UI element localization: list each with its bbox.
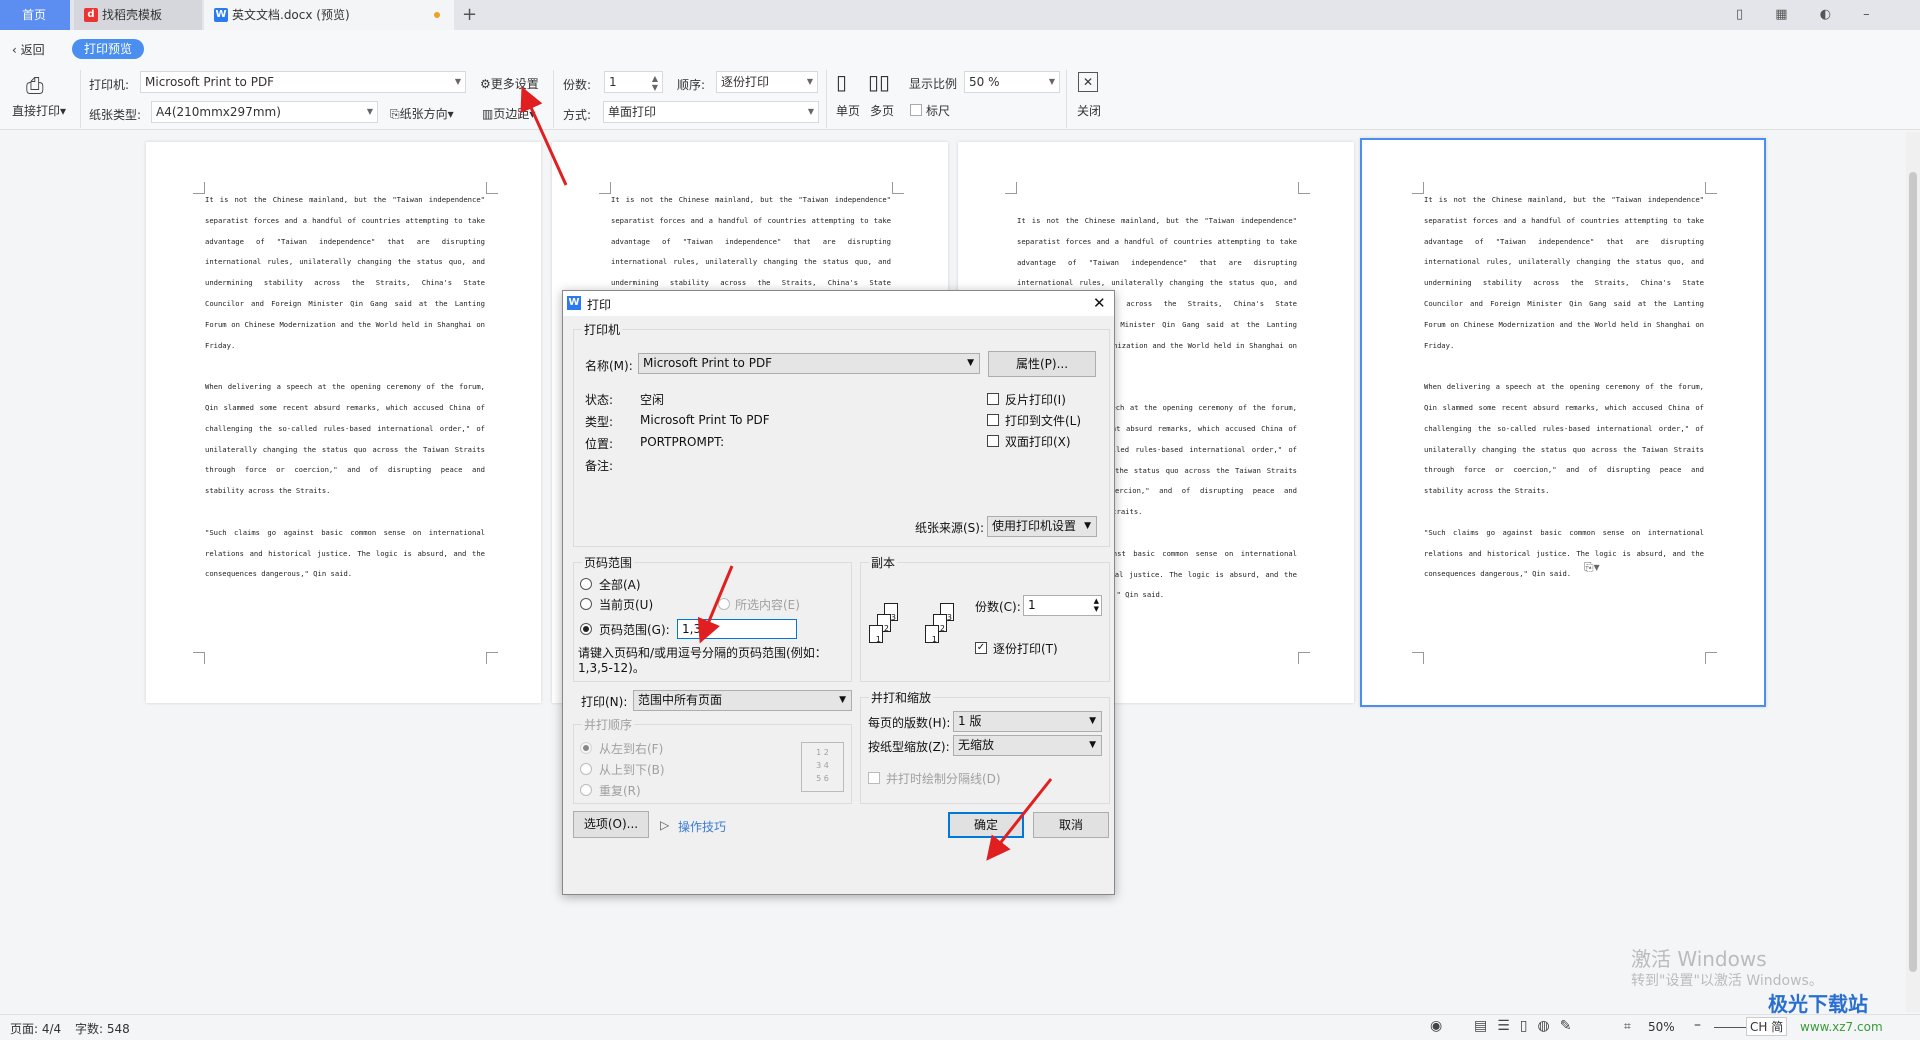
logo-text: 极光下载站 bbox=[1768, 992, 1868, 1016]
fit-page-icon[interactable]: ⌗ bbox=[1624, 1019, 1631, 1034]
activate-windows-watermark: 激活 Windows bbox=[1631, 947, 1767, 971]
eye-protection-icon[interactable]: ◉ bbox=[1430, 1018, 1442, 1034]
arrow-to-more-settings bbox=[520, 86, 568, 186]
word-count[interactable]: 字数: 548 bbox=[75, 1020, 130, 1037]
annotation-arrows bbox=[520, 86, 1053, 861]
site-logo: 极光下载站 bbox=[1768, 988, 1868, 1017]
logo-url: www.xz7.com bbox=[1800, 1020, 1883, 1034]
arrow-to-ok bbox=[986, 778, 1053, 861]
view-mode-icons[interactable]: ▤☰▯◍✎ bbox=[1474, 1018, 1581, 1034]
zoom-level[interactable]: 50% bbox=[1648, 1020, 1675, 1034]
zoom-out-button[interactable]: – bbox=[1694, 1017, 1701, 1033]
page-count: 页面: 4/4 bbox=[10, 1022, 62, 1036]
arrow-to-page-range bbox=[697, 565, 734, 644]
ime-indicator[interactable]: CH 简 bbox=[1746, 1017, 1788, 1036]
status-bar: 页面: 4/4 字数: 548 ◉ ▤☰▯◍✎ ⌗ 50% – CH 简 bbox=[0, 1014, 1920, 1040]
activate-windows-hint: 转到"设置"以激活 Windows。 bbox=[1631, 973, 1823, 989]
